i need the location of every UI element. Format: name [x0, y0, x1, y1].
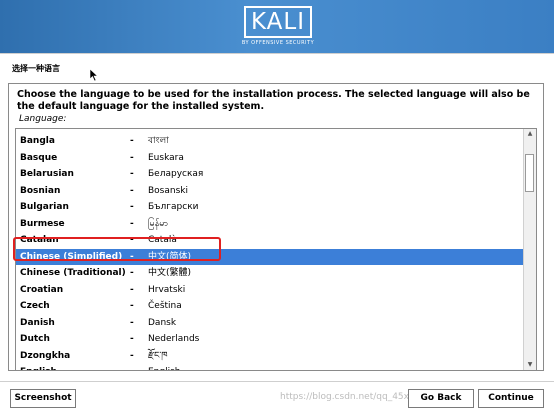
header-banner: KALI BY OFFENSIVE SECURITY	[0, 0, 554, 53]
language-item[interactable]: Dutch - Nederlands	[16, 331, 526, 348]
language-native-name: Dansk	[148, 317, 177, 328]
language-item[interactable]: Burmese - မြန်မာ	[16, 216, 526, 233]
separator: -	[130, 202, 134, 212]
separator: -	[130, 284, 134, 295]
language-native-name: မြန်မာ	[148, 218, 169, 229]
language-native-name: বাংলা	[148, 136, 169, 146]
separator: -	[130, 136, 134, 146]
scroll-down-arrow-icon[interactable]: ▼	[524, 360, 536, 370]
header-divider	[0, 53, 554, 54]
language-panel: Choose the language to be used for the i…	[8, 83, 544, 371]
separator: -	[130, 218, 134, 229]
separator: -	[130, 152, 134, 163]
language-item[interactable]: Bangla - বাংলা	[16, 133, 526, 150]
separator: -	[130, 169, 134, 179]
language-native-name: Беларуская	[148, 169, 204, 179]
logo-tagline: BY OFFENSIVE SECURITY	[241, 40, 315, 46]
language-native-name: English	[148, 364, 181, 370]
language-native-name: 中文(繁體)	[148, 268, 192, 278]
language-name: Czech	[20, 301, 50, 311]
step-title: 选择一种语言	[12, 64, 60, 73]
language-name: Basque	[20, 152, 58, 163]
instruction-text: Choose the language to be used for the i…	[17, 89, 530, 112]
language-native-name: Hrvatski	[148, 284, 186, 295]
footer-divider	[0, 381, 554, 382]
separator: -	[130, 364, 134, 370]
language-item[interactable]: Croatian - Hrvatski	[16, 282, 526, 299]
language-name: Danish	[20, 317, 55, 328]
separator: -	[130, 185, 134, 196]
logo-text: KALI	[243, 6, 312, 38]
separator: -	[130, 334, 134, 344]
mouse-cursor-icon	[89, 68, 99, 82]
screenshot-button[interactable]: Screenshot	[10, 389, 76, 408]
language-name: Dutch	[20, 334, 50, 344]
scroll-thumb[interactable]	[525, 154, 534, 192]
language-native-name: རྫོང་ཁ	[148, 350, 168, 361]
language-item[interactable]: Chinese (Traditional) - 中文(繁體)	[16, 265, 526, 282]
language-item[interactable]: Czech - Čeština	[16, 298, 526, 315]
language-label: Language:	[19, 114, 67, 124]
language-native-name: Čeština	[148, 301, 182, 311]
language-name: Dzongkha	[20, 350, 71, 361]
language-item[interactable]: Dzongkha - རྫོང་ཁ	[16, 348, 526, 365]
language-item[interactable]: Basque - Euskara	[16, 150, 526, 167]
annotation-highlight	[13, 237, 221, 261]
kali-logo: KALI BY OFFENSIVE SECURITY	[236, 5, 320, 51]
language-name: English	[20, 364, 57, 370]
language-item[interactable]: Bosnian - Bosanski	[16, 183, 526, 200]
language-native-name: Bosanski	[148, 185, 188, 196]
separator: -	[130, 317, 134, 328]
language-item[interactable]: Danish - Dansk	[16, 315, 526, 332]
scroll-up-arrow-icon[interactable]: ▲	[524, 129, 536, 139]
language-name: Burmese	[20, 218, 65, 229]
scrollbar[interactable]: ▲ ▼	[523, 129, 536, 370]
go-back-button[interactable]: Go Back	[408, 389, 474, 408]
language-native-name: Euskara	[148, 152, 184, 163]
language-name: Bulgarian	[20, 202, 69, 212]
language-item[interactable]: Belarusian - Беларуская	[16, 166, 526, 183]
language-native-name: Nederlands	[148, 334, 200, 344]
language-item[interactable]: English - English	[16, 364, 526, 370]
separator: -	[130, 268, 134, 278]
separator: -	[130, 301, 134, 311]
language-name: Belarusian	[20, 169, 74, 179]
language-name: Croatian	[20, 284, 64, 295]
language-name: Bosnian	[20, 185, 61, 196]
separator: -	[130, 350, 134, 361]
language-name: Chinese (Traditional)	[20, 268, 126, 278]
language-native-name: Български	[148, 202, 199, 212]
continue-button[interactable]: Continue	[478, 389, 544, 408]
language-item[interactable]: Bulgarian - Български	[16, 199, 526, 216]
language-name: Bangla	[20, 136, 55, 146]
